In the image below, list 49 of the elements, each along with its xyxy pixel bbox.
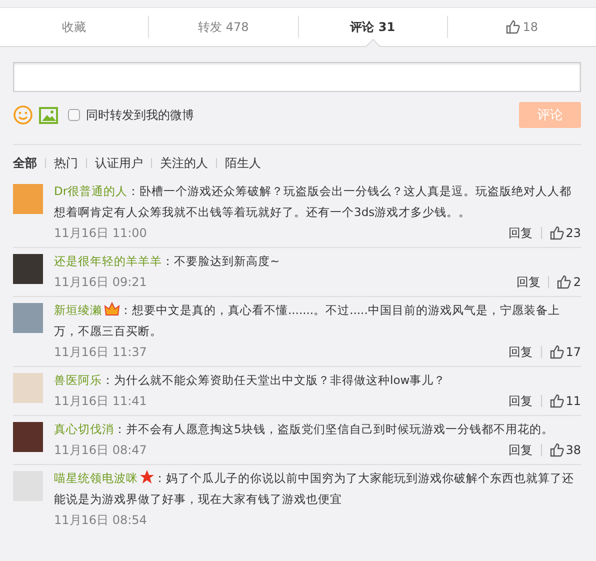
filter-tab[interactable]: 关注的人 [160,154,208,172]
thumbs-up-icon [550,443,564,457]
reply-link[interactable]: 回复 [508,344,533,360]
smiley-icon[interactable] [13,105,33,125]
comment-time: 11月16日 08:47 [54,442,147,458]
thumbs-up-icon [550,226,564,240]
tab[interactable]: 18 [500,16,544,38]
checkbox-label: 同时转发到我的微博 [86,106,194,124]
like-button[interactable]: 38 [550,443,581,457]
avatar[interactable] [13,422,43,452]
comment-time: 11月16日 11:37 [54,344,147,360]
tab[interactable]: 转发 478 [192,14,255,40]
comment-text: 还是很年轻的羊羊羊：不要脸达到新高度~ [54,253,281,270]
filter-tab[interactable]: 全部 [13,154,37,172]
comment-text: 真心切伐消：并不会有人愿意掏这5块钱，盗版党们坚信自己到时候玩游戏一分钱都不用花的。 [54,421,554,438]
reply-link[interactable]: 回复 [516,274,540,290]
tab[interactable]: 评论 31 [344,14,402,40]
like-button[interactable]: 23 [550,226,581,240]
filter-tab[interactable]: 陌生人 [225,154,261,172]
like-button[interactable]: 17 [550,345,581,359]
comment-text: 兽医阿乐：为什么就不能众筹资助任天堂出中文版？非得做这种low事儿？ [54,372,447,389]
checkbox[interactable] [68,109,80,121]
filter-tab[interactable]: 认证用户 [95,154,143,172]
comment-time: 11月16日 08:54 [54,512,147,528]
filter-tab[interactable]: 热门 [54,154,78,172]
thumbs-up-icon [506,20,520,34]
thumbs-up-icon [550,345,564,359]
reply-link[interactable]: 回复 [508,392,533,410]
comment-time: 11月16日 11:41 [54,392,147,410]
comment-time: 11月16日 11:00 [54,224,147,242]
avatar[interactable] [13,303,43,333]
thumbs-up-icon [557,275,572,289]
star-icon [140,470,154,484]
thumbs-up-icon [550,394,564,408]
avatar[interactable] [13,184,43,214]
comment-input-field[interactable] [13,62,581,92]
tab[interactable]: 收藏 [56,14,92,40]
comment-text: Dr很普通的人：卧槽一个游戏还众筹破解？玩盗版会出一分钱么？这人真是逗。玩盗版绝对人人都想着啊肯定有人众筹我就不出钱等着玩就好了。还有一个3ds游戏才多少钱。。 [54,183,573,221]
crown-badge-icon [104,302,120,316]
avatar[interactable] [13,373,43,403]
comment-text: 新垣绫濑 ：想要中文是真的，真心看不懂.......。不过.....中国目前的游戏风气是，宁愿装备上万，不愿三百买断。 [54,301,561,340]
reply-link[interactable]: 回复 [508,442,533,458]
reply-link[interactable]: 回复 [508,224,533,242]
avatar[interactable] [13,254,43,284]
like-button[interactable]: 2 [557,275,581,289]
comment-time: 11月16日 09:21 [54,274,147,290]
image-icon[interactable] [39,106,58,124]
comment-text: 喵星统领电波咪 ：妈了个瓜儿子的你说以前中国穷为了大家能玩到游戏你破解个东西也就算了还能说是为游戏界做了好事，现在大家有钱了游戏也便宜 [54,469,575,508]
like-button[interactable]: 11 [550,394,581,408]
